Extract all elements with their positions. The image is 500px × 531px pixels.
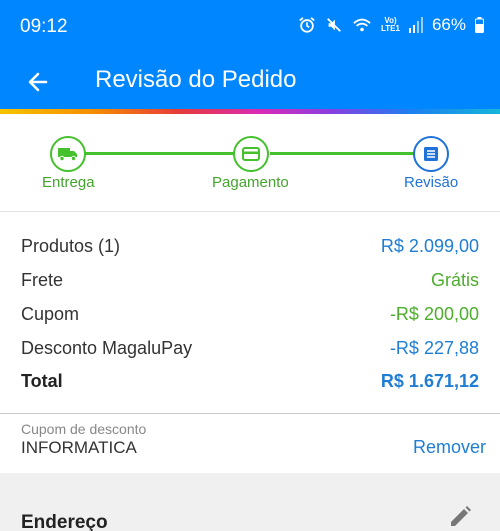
- summary-label: Produtos (1): [21, 235, 121, 256]
- summary-value: Grátis: [430, 269, 479, 290]
- status-bar: 09:12 Vo) LTE1 66%: [0, 0, 500, 56]
- truck-icon: [58, 148, 77, 162]
- summary-row-cupom: Cupom -R$ 200,00: [21, 299, 479, 329]
- step-connector-2: [270, 152, 430, 155]
- address-title: Endereço: [21, 512, 108, 531]
- summary-label: Cupom: [21, 303, 80, 324]
- battery-icon: [475, 17, 484, 33]
- lte-bottom-text: LTE1: [381, 24, 400, 33]
- step-pagamento[interactable]: [233, 136, 269, 172]
- summary-row-total: Total R$ 1.671,12: [21, 366, 479, 396]
- signal-icon: [408, 17, 423, 33]
- page-title: Revisão do Pedido: [95, 66, 297, 93]
- summary-label: Frete: [21, 269, 64, 290]
- address-section: Endereço: [0, 473, 500, 531]
- summary-label: Total: [21, 370, 63, 391]
- alarm-icon: [299, 17, 315, 33]
- summary-value: R$ 2.099,00: [380, 235, 479, 256]
- document-icon: [424, 147, 438, 161]
- step-connector-1: [70, 152, 250, 155]
- coupon-label: Cupom de desconto: [21, 421, 147, 437]
- status-icons: Vo) LTE1 66%: [298, 15, 484, 35]
- summary-row-frete: Frete Grátis: [21, 265, 479, 295]
- summary-label: Desconto MagaluPay: [21, 337, 193, 358]
- back-button[interactable]: [20, 64, 56, 100]
- step-entrega[interactable]: [50, 136, 86, 172]
- step-revisao[interactable]: [413, 136, 449, 172]
- lte-indicator: Vo) LTE1: [381, 17, 400, 33]
- order-summary: Produtos (1) R$ 2.099,00 Frete Grátis Cu…: [0, 213, 500, 413]
- pencil-icon: [451, 506, 471, 526]
- mute-icon: [327, 18, 341, 32]
- edit-address-button[interactable]: [446, 503, 476, 531]
- summary-row-produtos: Produtos (1) R$ 2.099,00: [21, 231, 479, 261]
- app-bar: Revisão do Pedido: [0, 56, 500, 109]
- wifi-icon: [353, 18, 371, 32]
- summary-value: -R$ 227,88: [389, 337, 479, 358]
- summary-value: R$ 1.671,12: [380, 370, 479, 391]
- summary-row-desconto: Desconto MagaluPay -R$ 227,88: [21, 333, 479, 363]
- card-icon: [242, 147, 260, 161]
- step-label-pagamento: Pagamento: [212, 174, 289, 191]
- coupon-code: INFORMATICA: [21, 438, 137, 457]
- remove-coupon-link[interactable]: Remover: [413, 437, 486, 458]
- arrow-left-icon: [28, 72, 48, 92]
- coupon-section: Cupom de desconto INFORMATICA Remover: [0, 413, 500, 473]
- step-label-revisao: Revisão: [404, 174, 459, 191]
- summary-value: -R$ 200,00: [389, 303, 479, 324]
- checkout-stepper: Entrega Pagamento Revisão: [0, 114, 500, 212]
- status-time: 09:12: [20, 16, 68, 37]
- step-label-entrega: Entrega: [42, 174, 95, 191]
- battery-percent: 66%: [431, 15, 466, 34]
